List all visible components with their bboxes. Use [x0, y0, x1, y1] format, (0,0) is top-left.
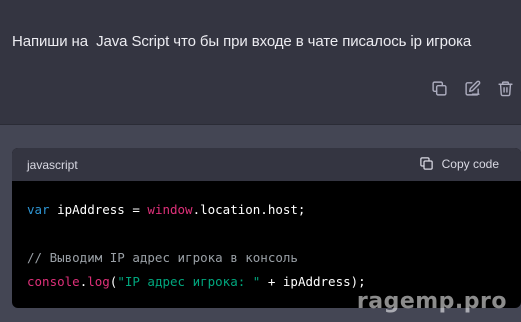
- user-message: Напиши на Java Script что бы при входе в…: [0, 0, 521, 125]
- code-header: javascript Copy code: [12, 148, 521, 181]
- copy-code-button[interactable]: Copy code: [419, 156, 499, 171]
- code-token-object: window: [147, 202, 193, 217]
- user-message-text: Напиши на Java Script что бы при входе в…: [12, 33, 472, 50]
- code-language: javascript: [27, 158, 78, 172]
- code-token-keyword: var: [27, 202, 50, 217]
- code-token-string: "IP адрес игрока: ": [117, 274, 261, 289]
- edit-message-button[interactable]: [463, 79, 481, 97]
- code-line-1: var ipAddress = window.location.host;: [27, 198, 506, 222]
- copy-message-button[interactable]: [430, 79, 448, 97]
- code-body: var ipAddress = window.location.host; //…: [12, 181, 521, 294]
- watermark: ragemp.pro: [356, 289, 507, 314]
- code-token-plain: ipAddress =: [49, 202, 148, 217]
- code-token-method: log: [87, 274, 110, 289]
- message-actions: [430, 79, 514, 97]
- code-token-plain: .location.host;: [192, 202, 306, 217]
- edit-icon: [464, 80, 480, 96]
- trash-icon: [497, 80, 513, 96]
- copy-icon: [431, 80, 447, 96]
- clipboard-icon: [419, 157, 433, 170]
- delete-message-button[interactable]: [496, 79, 514, 97]
- code-token-comment: // Выводим IP адрес игрока в консоль: [27, 250, 298, 265]
- code-line-3: // Выводим IP адрес игрока в консоль: [27, 246, 506, 270]
- copy-code-label: Copy code: [441, 156, 499, 171]
- code-token-plain: + ipAddress);: [260, 274, 366, 289]
- code-block: javascript Copy code var ipAddress = win…: [12, 148, 521, 308]
- code-token-object: console: [27, 274, 80, 289]
